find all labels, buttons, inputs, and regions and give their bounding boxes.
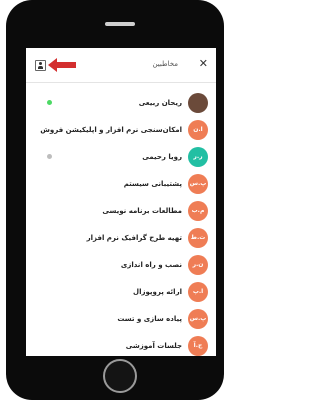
contacts-screen: ✕ مخاطبین ریحان ربیعی ا.ن امکان‌سنجی نرم ا… [26, 48, 216, 356]
avatar: پ.س [188, 174, 208, 194]
contacts-header: ✕ مخاطبین [26, 48, 216, 83]
arrow-left-icon [48, 58, 76, 72]
contact-row[interactable]: ریحان ربیعی [26, 90, 216, 116]
contact-name: جلسات آموزشی [125, 342, 182, 350]
contact-name: ارائه پروپوزال [133, 288, 182, 296]
contact-row[interactable]: ت.ط تهیه طرح گرافیک نرم افزار [26, 225, 216, 251]
avatar: ن.ر [188, 255, 208, 275]
avatar: ا.ن [188, 120, 208, 140]
contact-name: نصب و راه اندازی [120, 261, 182, 269]
contact-name: تهیه طرح گرافیک نرم افزار [86, 234, 182, 242]
status-dot [47, 100, 52, 105]
contact-name: رویا رحیمی [142, 153, 182, 161]
page-title: مخاطبین [152, 60, 178, 68]
contact-name: پیاده سازی و تست [117, 315, 182, 323]
contact-row[interactable]: م.ب مطالعات برنامه نویسی [26, 198, 216, 224]
phone-frame: ✕ مخاطبین ریحان ربیعی ا.ن امکان‌سنجی نرم ا… [6, 0, 224, 400]
contact-name: امکان‌سنجی نرم افزار و اپلیکیشن فروش [40, 126, 182, 134]
user-icon-body [38, 66, 43, 69]
contact-name: پشتیبانی سیستم [123, 180, 182, 188]
avatar: ا.پ [188, 282, 208, 302]
contact-name: ریحان ربیعی [138, 99, 182, 107]
contact-row[interactable]: ر.ر رویا رحیمی [26, 144, 216, 170]
avatar: ج.آ [188, 336, 208, 356]
avatar: پ.س [188, 309, 208, 329]
user-icon-head [39, 62, 42, 65]
contact-row[interactable]: ا.ن امکان‌سنجی نرم افزار و اپلیکیشن فروش [26, 117, 216, 143]
status-dot [47, 154, 52, 159]
home-button[interactable] [103, 359, 137, 393]
avatar: ر.ر [188, 147, 208, 167]
contact-row[interactable]: ن.ر نصب و راه اندازی [26, 252, 216, 278]
close-icon[interactable]: ✕ [199, 58, 208, 70]
avatar: م.ب [188, 201, 208, 221]
avatar [188, 93, 208, 113]
contact-row[interactable]: ج.آ جلسات آموزشی [26, 333, 216, 356]
contact-row[interactable]: پ.س پیاده سازی و تست [26, 306, 216, 332]
avatar: ت.ط [188, 228, 208, 248]
contact-name: مطالعات برنامه نویسی [102, 207, 182, 215]
contact-row[interactable]: پ.س پشتیبانی سیستم [26, 171, 216, 197]
profile-button[interactable] [35, 60, 46, 71]
contact-row[interactable]: ا.پ ارائه پروپوزال [26, 279, 216, 305]
phone-speaker [105, 22, 135, 26]
